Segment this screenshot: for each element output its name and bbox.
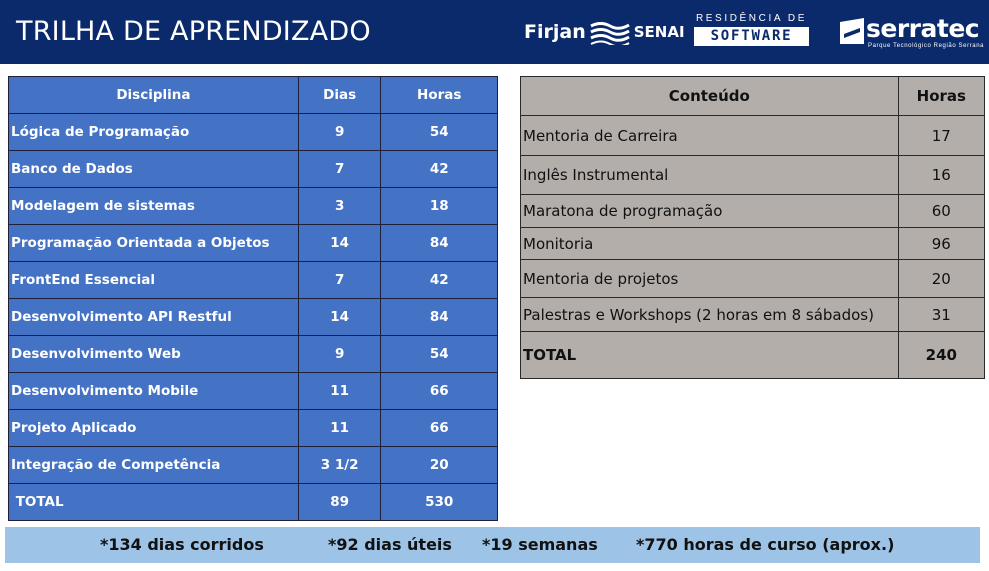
table-row: FrontEnd Essencial 7 42 (8, 261, 498, 299)
table-row: Modelagem de sistemas 3 18 (8, 187, 498, 225)
senai-logo-text: SENAI (633, 23, 685, 41)
cell-horas: 60 (897, 194, 986, 228)
cell-dias: 9 (297, 113, 382, 151)
column-header-horas: Horas (380, 76, 498, 114)
cell-conteudo: Mentoria de Carreira (520, 115, 899, 156)
table-row: Programação Orientada a Objetos 14 84 (8, 224, 498, 262)
serratec-logo-text: serratec (866, 14, 980, 43)
column-header-horas: Horas (897, 76, 986, 116)
table-row: Palestras e Workshops (2 horas em 8 sába… (520, 297, 986, 332)
table-row: Projeto Aplicado 11 66 (8, 409, 498, 447)
cell-dias: 11 (297, 372, 382, 410)
cell-horas: 17 (897, 115, 986, 156)
total-row: TOTAL 89 530 (8, 483, 498, 521)
table-row: Desenvolvimento Web 9 54 (8, 335, 498, 373)
cell-disciplina: Projeto Aplicado (8, 409, 299, 447)
cell-horas: 20 (897, 259, 986, 298)
cell-disciplina: FrontEnd Essencial (8, 261, 299, 299)
cell-dias: 9 (297, 335, 382, 373)
cell-horas: 84 (380, 224, 498, 262)
table-row: Monitoria 96 (520, 227, 986, 260)
cell-conteudo: Monitoria (520, 227, 899, 260)
total-dias: 89 (297, 483, 382, 521)
cell-dias: 14 (297, 224, 382, 262)
table-row: Integração de Competência 3 1/2 20 (8, 446, 498, 484)
total-label: TOTAL (8, 483, 299, 521)
cell-disciplina: Modelagem de sistemas (8, 187, 299, 225)
header-bar: TRILHA DE APRENDIZADO Firjan SENAI RESID… (0, 0, 989, 64)
residencia-logo-top: RESIDÊNCIA DE (695, 13, 808, 24)
total-horas: 530 (380, 483, 498, 521)
cell-disciplina: Integração de Competência (8, 446, 299, 484)
cell-dias: 3 1/2 (297, 446, 382, 484)
footer-dias-corridos: *134 dias corridos (100, 535, 264, 554)
table-header-row: Conteúdo Horas (520, 76, 986, 116)
cell-horas: 96 (897, 227, 986, 260)
table-row: Maratona de programação 60 (520, 194, 986, 228)
cell-conteudo: Palestras e Workshops (2 horas em 8 sába… (520, 297, 899, 332)
serratec-mark-icon (840, 18, 864, 44)
table-row: Banco de Dados 7 42 (8, 150, 498, 188)
cell-dias: 7 (297, 150, 382, 188)
column-header-disciplina: Disciplina (8, 76, 299, 114)
summary-footer: *134 dias corridos *92 dias úteis *19 se… (5, 527, 980, 563)
cell-horas: 42 (380, 261, 498, 299)
cell-horas: 20 (380, 446, 498, 484)
footer-horas-curso: *770 horas de curso (aprox.) (636, 535, 895, 554)
cell-dias: 14 (297, 298, 382, 336)
table-row: Desenvolvimento Mobile 11 66 (8, 372, 498, 410)
column-header-dias: Dias (297, 76, 382, 114)
footer-semanas: *19 semanas (482, 535, 598, 554)
table-row: Inglês Instrumental 16 (520, 155, 986, 195)
firjan-logo-text: Firjan (524, 21, 586, 43)
cell-horas: 16 (897, 155, 986, 195)
total-row: TOTAL 240 (520, 331, 986, 379)
cell-conteudo: Inglês Instrumental (520, 155, 899, 195)
cell-disciplina: Desenvolvimento API Restful (8, 298, 299, 336)
cell-dias: 11 (297, 409, 382, 447)
cell-horas: 66 (380, 372, 498, 410)
cell-horas: 42 (380, 150, 498, 188)
disciplinas-table: Disciplina Dias Horas Lógica de Programa… (8, 76, 498, 521)
table-row: Lógica de Programação 9 54 (8, 113, 498, 151)
serratec-logo: serratec Parque Tecnológico Região Serra… (840, 14, 985, 50)
cell-disciplina: Desenvolvimento Mobile (8, 372, 299, 410)
conteudos-table: Conteúdo Horas Mentoria de Carreira 17 I… (520, 76, 986, 379)
waves-icon (590, 22, 630, 45)
cell-conteudo: Maratona de programação (520, 194, 899, 228)
cell-horas: 18 (380, 187, 498, 225)
residencia-logo-box: SOFTWARE (694, 27, 809, 46)
serratec-logo-subtitle: Parque Tecnológico Região Serrana (868, 43, 985, 49)
cell-disciplina: Lógica de Programação (8, 113, 299, 151)
cell-dias: 7 (297, 261, 382, 299)
residencia-software-logo: RESIDÊNCIA DE SOFTWARE (694, 13, 809, 47)
cell-horas: 31 (897, 297, 986, 332)
footer-dias-uteis: *92 dias úteis (328, 535, 452, 554)
table-header-row: Disciplina Dias Horas (8, 76, 498, 114)
cell-disciplina: Programação Orientada a Objetos (8, 224, 299, 262)
column-header-conteudo: Conteúdo (520, 76, 899, 116)
cell-disciplina: Desenvolvimento Web (8, 335, 299, 373)
cell-horas: 54 (380, 113, 498, 151)
cell-conteudo: Mentoria de projetos (520, 259, 899, 298)
total-horas: 240 (897, 331, 986, 379)
cell-disciplina: Banco de Dados (8, 150, 299, 188)
cell-horas: 84 (380, 298, 498, 336)
table-row: Mentoria de projetos 20 (520, 259, 986, 298)
total-label: TOTAL (520, 331, 899, 379)
page-title: TRILHA DE APRENDIZADO (16, 16, 371, 47)
cell-horas: 66 (380, 409, 498, 447)
cell-horas: 54 (380, 335, 498, 373)
table-row: Desenvolvimento API Restful 14 84 (8, 298, 498, 336)
firjan-senai-logo: Firjan SENAI (524, 18, 685, 46)
table-row: Mentoria de Carreira 17 (520, 115, 986, 156)
cell-dias: 3 (297, 187, 382, 225)
